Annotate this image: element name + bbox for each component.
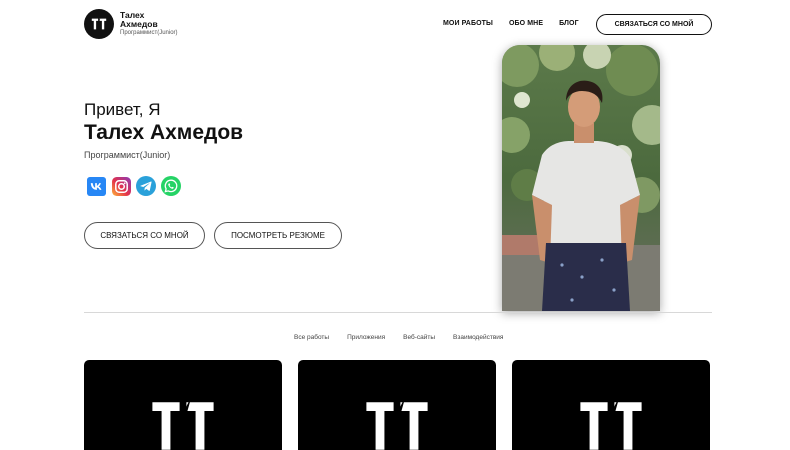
- hero-name: Талех Ахмедов: [84, 121, 244, 144]
- portfolio-card[interactable]: [512, 360, 710, 450]
- brand[interactable]: Талех Ахмедов Программист(Junior): [84, 9, 178, 39]
- telegram-icon[interactable]: [136, 176, 156, 196]
- hero-greeting: Привет, Я: [84, 100, 161, 119]
- main-nav: МОИ РАБОТЫ ОБО МНЕ БЛОГ: [443, 20, 579, 27]
- nav-blog[interactable]: БЛОГ: [559, 20, 579, 27]
- portfolio-card[interactable]: [298, 360, 496, 450]
- view-resume-button[interactable]: ПОСМОТРЕТЬ РЕЗЮМЕ: [214, 222, 342, 249]
- profile-photo: [502, 45, 660, 311]
- tt-logo-icon: [366, 395, 428, 450]
- brand-name: Талех Ахмедов: [120, 10, 158, 30]
- header-contact-button[interactable]: СВЯЗАТЬСЯ СО МНОЙ: [596, 14, 712, 35]
- portfolio-filters: Все работы Приложения Веб-сайты Взаимоде…: [294, 334, 503, 341]
- nav-my-works[interactable]: МОИ РАБОТЫ: [443, 20, 493, 27]
- brand-logo-icon[interactable]: [84, 9, 114, 39]
- nav-about[interactable]: ОБО МНЕ: [509, 20, 543, 27]
- filter-all-works[interactable]: Все работы: [294, 334, 329, 341]
- tt-logo-icon: [580, 395, 642, 450]
- whatsapp-icon[interactable]: [161, 176, 181, 196]
- brand-subtitle: Программист(Junior): [120, 30, 178, 37]
- portfolio-card[interactable]: [84, 360, 282, 450]
- instagram-icon[interactable]: [111, 176, 131, 196]
- vk-icon[interactable]: [86, 176, 106, 196]
- filter-apps[interactable]: Приложения: [347, 334, 385, 341]
- tt-logo-icon: [152, 395, 214, 450]
- filter-interactions[interactable]: Взаимодействия: [453, 334, 503, 341]
- hero-role: Программист(Junior): [84, 150, 171, 160]
- hero-contact-button[interactable]: СВЯЗАТЬСЯ СО МНОЙ: [84, 222, 205, 249]
- section-divider: [84, 312, 712, 313]
- filter-websites[interactable]: Веб-сайты: [403, 334, 435, 341]
- social-links: [86, 176, 186, 196]
